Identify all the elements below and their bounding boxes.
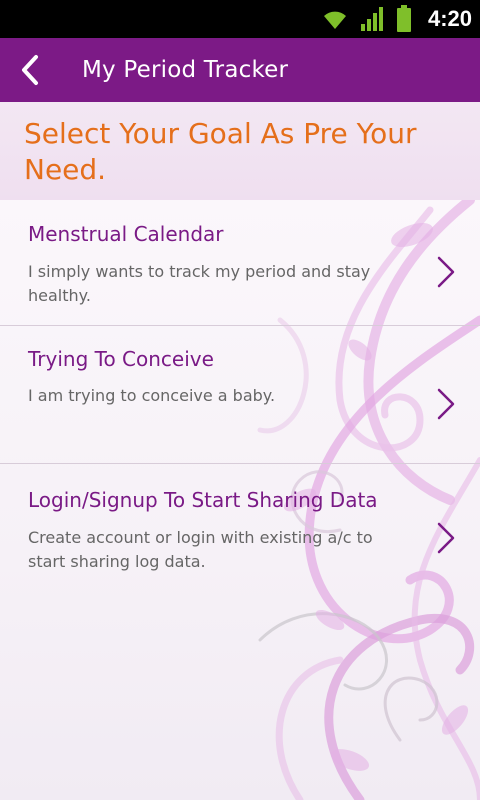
app-title: My Period Tracker	[82, 57, 289, 83]
options-list: Menstrual Calendar I simply wants to tra…	[0, 200, 480, 800]
option-title: Trying To Conceive	[28, 347, 214, 371]
chevron-right-icon	[437, 522, 455, 554]
goal-title: Select Your Goal As Pre Your Need.	[24, 117, 417, 186]
option-title: Menstrual Calendar	[28, 222, 224, 246]
app-bar: My Period Tracker	[0, 38, 480, 102]
chevron-left-icon	[22, 55, 38, 85]
chevron-right-icon	[437, 388, 455, 420]
option-description: I am trying to conceive a baby.	[28, 386, 276, 405]
status-time: 4:20	[427, 6, 472, 31]
goal-header: Select Your Goal As Pre Your Need.	[0, 102, 480, 201]
option-login-signup[interactable]: Login/Signup To Start Sharing Data Creat…	[0, 464, 480, 604]
option-trying-to-conceive[interactable]: Trying To Conceive I am trying to concei…	[0, 326, 480, 464]
back-button[interactable]	[0, 38, 60, 102]
wifi-icon	[323, 11, 346, 29]
status-icons: 4:20	[320, 0, 472, 38]
option-title: Login/Signup To Start Sharing Data	[28, 488, 378, 512]
status-bar: 4:20	[0, 0, 480, 38]
option-description: I simply wants to track my period and st…	[28, 262, 371, 305]
signal-icon	[360, 7, 383, 31]
option-menstrual-calendar[interactable]: Menstrual Calendar I simply wants to tra…	[0, 200, 480, 326]
option-description: Create account or login with existing a/…	[28, 528, 373, 571]
chevron-right-icon	[437, 256, 455, 288]
battery-icon	[396, 5, 411, 32]
